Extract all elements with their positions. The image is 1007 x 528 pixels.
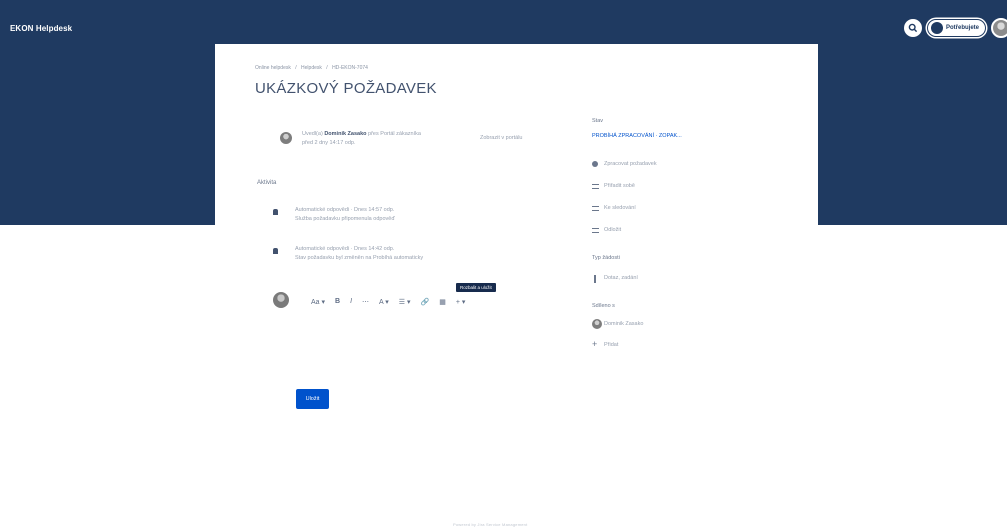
italic-button[interactable]: I <box>350 298 352 306</box>
sidebar-action-process[interactable]: Zpracovat požadavek <box>604 161 657 167</box>
add-icon[interactable]: + <box>592 339 597 349</box>
sidebar-action-postpone[interactable]: Odložit <box>604 227 621 233</box>
view-in-portal-link[interactable]: Zobrazit v portálu <box>480 135 523 141</box>
process-icon <box>592 161 598 167</box>
more-formatting-button[interactable]: ⋯ <box>362 298 369 306</box>
profile-avatar[interactable] <box>991 18 1007 38</box>
insert-dropdown[interactable]: + ▾ <box>456 298 466 306</box>
shared-user-avatar <box>592 319 602 329</box>
add-participant-button[interactable]: Přidat <box>604 342 618 348</box>
activity-meta: Automatické odpovědi · Dnes 14:42 odp. <box>295 246 395 252</box>
shared-user-name[interactable]: Dominik Zasako <box>604 321 643 327</box>
request-type-icon <box>594 275 596 283</box>
save-button[interactable]: Uložit <box>296 389 329 409</box>
activity-text: Automatické odpovědi · Dnes 14:57 odp. S… <box>295 206 395 224</box>
commenter-avatar <box>273 292 289 308</box>
activity-meta: Automatické odpovědi · Dnes 14:57 odp. <box>295 207 395 213</box>
page-title: UKÁZKOVÝ POŽADAVEK <box>255 80 437 97</box>
user-pill-label: Potřebujete <box>945 25 979 31</box>
request-type-label: Typ žádosti <box>592 255 620 261</box>
postpone-icon <box>592 228 599 233</box>
request-type-value: Dotaz, zadání <box>604 275 638 281</box>
search-icon <box>908 23 918 33</box>
toolbar-tooltip: Rozbalit a uložit <box>456 283 496 292</box>
reporter-name[interactable]: Dominik Zasako <box>324 131 366 137</box>
breadcrumb-sep: / <box>295 65 297 71</box>
breadcrumb-item[interactable]: Online helpdesk <box>255 65 291 71</box>
text-color-dropdown[interactable]: A ▾ <box>379 298 389 306</box>
footer-text: Powered by Jira Service Management <box>453 522 528 527</box>
reporter-avatar <box>280 132 292 144</box>
search-button[interactable] <box>903 19 922 37</box>
link-icon[interactable]: 🔗 <box>421 298 430 306</box>
header-actions: Potřebujete <box>903 18 1007 38</box>
status-label: Stav <box>592 118 604 124</box>
notification-icon <box>273 248 278 254</box>
shared-with-label: Sdíleno s <box>592 303 615 309</box>
list-dropdown[interactable]: ☰ ▾ <box>399 298 411 306</box>
user-status-icon <box>930 22 943 34</box>
user-menu-button[interactable]: Potřebujete <box>926 19 986 37</box>
breadcrumb-item[interactable]: Helpdesk <box>301 65 322 71</box>
reporter-text: Uvedl(a) Dominik Zasako přes Portál záka… <box>302 130 462 148</box>
assign-icon <box>592 184 599 189</box>
sidebar-action-assign[interactable]: Přiřadit sobě <box>604 183 635 189</box>
table-icon[interactable]: ▦ <box>439 298 446 306</box>
text-style-dropdown[interactable]: Aa ▾ <box>311 298 325 306</box>
watch-icon <box>592 206 599 211</box>
status-dropdown[interactable]: PROBÍHÁ ZPRACOVÁNÍ · ZOPAK... <box>592 133 682 139</box>
bold-button[interactable]: B <box>335 298 340 306</box>
sidebar-action-watch[interactable]: Ke sledování <box>604 205 636 211</box>
activity-message: Stav požadavku byl změněn na Probíhá aut… <box>295 255 424 261</box>
request-card: Online helpdesk / Helpdesk / HD-EKON-707… <box>215 44 818 528</box>
activity-label: Aktivita <box>257 180 277 186</box>
notification-icon <box>273 209 278 215</box>
reporter-suffix: přes Portál zákazníka <box>368 131 421 137</box>
activity-text: Automatické odpovědi · Dnes 14:42 odp. S… <box>295 245 423 263</box>
reporter-prefix: Uvedl(a) <box>302 131 323 137</box>
editor-toolbar: Aa ▾ B I ⋯ A ▾ ☰ ▾ 🔗 ▦ + ▾ <box>311 298 465 306</box>
breadcrumb-sep: / <box>326 65 328 71</box>
breadcrumb: Online helpdesk / Helpdesk / HD-EKON-707… <box>255 65 371 71</box>
app-brand[interactable]: EKON Helpdesk <box>10 24 72 33</box>
breadcrumb-item[interactable]: HD-EKON-7074 <box>332 65 368 71</box>
reporter-date: před 2 dny 14:17 odp. <box>302 140 356 146</box>
activity-message: Služba požadavku připomenula odpověď <box>295 216 395 222</box>
